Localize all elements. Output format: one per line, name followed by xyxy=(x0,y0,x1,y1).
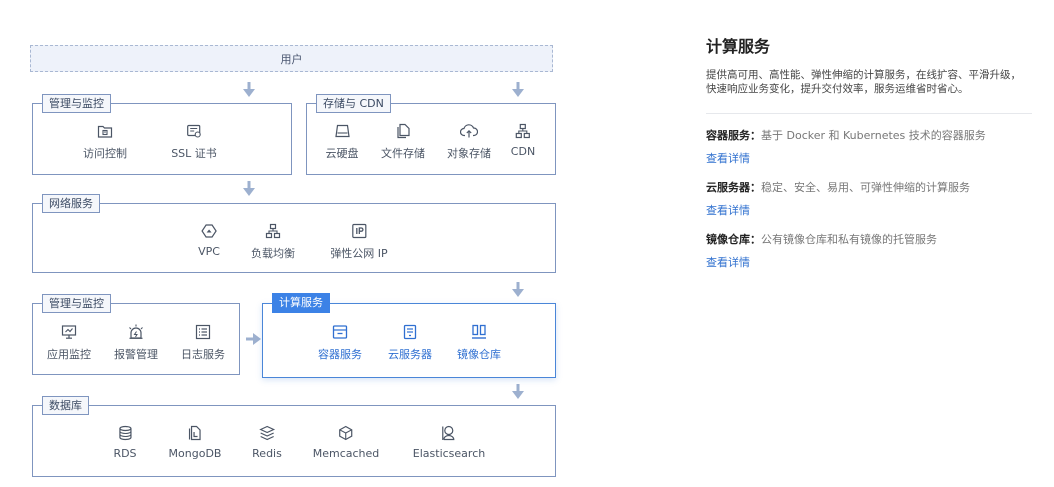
image-registry-icon xyxy=(472,324,486,339)
item-elasticsearch[interactable]: Elasticsearch xyxy=(413,425,485,460)
item-label: SSL 证书 xyxy=(171,147,217,160)
service-entry: 容器服务：基于 Docker 和 Kubernetes 技术的容器服务 xyxy=(706,128,1036,144)
arrow-down-icon xyxy=(512,82,524,97)
service-description: 基于 Docker 和 Kubernetes 技术的容器服务 xyxy=(761,129,986,142)
item-label: 对象存储 xyxy=(447,147,491,160)
item-label: 访问控制 xyxy=(83,147,127,160)
item-label: 镜像仓库 xyxy=(457,348,501,361)
item-label: 云硬盘 xyxy=(325,147,359,160)
view-details-link[interactable]: 查看详情 xyxy=(706,256,1036,270)
service-description: 稳定、安全、易用、可弹性伸缩的计算服务 xyxy=(761,181,970,194)
container-service-icon xyxy=(332,325,348,339)
item-access-control[interactable]: 访问控制 xyxy=(83,123,127,161)
service-description: 公有镜像仓库和私有镜像的托管服务 xyxy=(761,233,937,246)
service-name: 云服务器： xyxy=(706,181,761,194)
arrow-down-icon xyxy=(243,181,255,196)
group-management-monitoring-2: 管理与监控 应用监控 报警管理 日志服务 xyxy=(32,294,240,375)
arrow-down-icon xyxy=(243,82,255,97)
object-storage-icon xyxy=(460,124,478,138)
rds-icon xyxy=(118,425,132,441)
cdn-icon xyxy=(515,123,531,139)
cloud-disk-icon xyxy=(334,124,350,138)
item-alarm[interactable]: 报警管理 xyxy=(114,324,158,362)
alarm-icon xyxy=(129,324,143,339)
item-cdn[interactable]: CDN xyxy=(511,123,535,158)
item-memcached[interactable]: Memcached xyxy=(312,425,380,460)
group-management-monitoring: 管理与监控 访问控制 SSL 证书 xyxy=(32,94,292,175)
item-mongodb[interactable]: MongoDB xyxy=(168,425,222,460)
divider xyxy=(706,113,1032,114)
view-details-link[interactable]: 查看详情 xyxy=(706,152,1036,166)
load-balancer-icon xyxy=(265,223,281,239)
service-name: 镜像仓库： xyxy=(706,233,761,246)
user-label: 用户 xyxy=(280,52,303,66)
memcached-icon xyxy=(339,425,353,441)
item-container-service[interactable]: 容器服务 xyxy=(318,324,362,362)
item-app-monitor[interactable]: 应用监控 xyxy=(47,324,91,362)
group-label: 管理与监控 xyxy=(42,294,111,313)
elasticsearch-icon xyxy=(442,425,455,441)
file-storage-icon xyxy=(397,123,410,139)
item-label: MongoDB xyxy=(168,447,222,460)
item-label: 日志服务 xyxy=(181,348,225,361)
arrow-right-icon xyxy=(246,333,261,345)
panel-description: 提供高可用、高性能、弹性伸缩的计算服务，在线扩容、平滑升级，快速响应业务变化，提… xyxy=(706,69,1021,95)
item-ssl-certificate[interactable]: SSL 证书 xyxy=(171,123,217,161)
group-compute[interactable]: 计算服务 容器服务 云服务器 镜像仓库 xyxy=(262,293,556,378)
redis-icon xyxy=(259,425,275,441)
mongodb-icon xyxy=(189,425,202,441)
group-label: 存储与 CDN xyxy=(316,94,391,113)
item-load-balancer[interactable]: 负载均衡 xyxy=(251,223,295,261)
item-elastic-ip[interactable]: 弹性公网 IP xyxy=(330,223,388,261)
access-control-icon xyxy=(97,125,113,138)
item-cloud-server[interactable]: 云服务器 xyxy=(388,324,432,362)
log-service-icon xyxy=(195,324,211,340)
panel-title: 计算服务 xyxy=(706,37,771,56)
group-label: 计算服务 xyxy=(272,293,330,313)
item-label: 负载均衡 xyxy=(251,247,295,260)
item-label: 云服务器 xyxy=(388,348,432,361)
group-storage-cdn: 存储与 CDN 云硬盘 文件存储 对象存储 CDN xyxy=(306,94,556,175)
group-label: 网络服务 xyxy=(42,194,100,213)
group-label: 管理与监控 xyxy=(42,94,111,113)
item-label: Redis xyxy=(252,447,282,460)
item-redis[interactable]: Redis xyxy=(252,425,282,460)
item-label: 弹性公网 IP xyxy=(330,247,388,260)
item-label: 文件存储 xyxy=(381,147,425,160)
item-image-registry[interactable]: 镜像仓库 xyxy=(457,324,501,362)
item-label: VPC xyxy=(198,245,220,258)
app-monitor-icon xyxy=(61,325,77,339)
item-label: Elasticsearch xyxy=(412,447,486,460)
elastic-ip-icon xyxy=(351,223,367,239)
item-vpc[interactable]: VPC xyxy=(198,223,220,258)
user-layer: 用户 xyxy=(30,45,553,72)
ssl-certificate-icon xyxy=(186,124,201,138)
group-database: 数据库 RDS MongoDB Redis Memcached Elastics… xyxy=(32,396,556,477)
item-label: 应用监控 xyxy=(47,348,91,361)
item-label: Memcached xyxy=(312,447,380,460)
item-label: 报警管理 xyxy=(114,348,158,361)
service-name: 容器服务： xyxy=(706,129,761,142)
item-object-storage[interactable]: 对象存储 xyxy=(447,123,491,161)
service-entry: 云服务器：稳定、安全、易用、可弹性伸缩的计算服务 xyxy=(706,180,1036,196)
item-file-storage[interactable]: 文件存储 xyxy=(381,123,425,161)
service-entry: 镜像仓库：公有镜像仓库和私有镜像的托管服务 xyxy=(706,232,1036,248)
vpc-icon xyxy=(201,224,217,238)
arrow-down-icon xyxy=(512,282,524,297)
item-cloud-disk[interactable]: 云硬盘 xyxy=(326,123,359,161)
architecture-diagram: 用户 管理与监控 访问控制 SSL 证书 存储与 CDN 云硬盘 文件存储 对象 xyxy=(0,0,580,487)
item-rds[interactable]: RDS xyxy=(113,425,137,460)
item-label: CDN xyxy=(510,145,536,158)
detail-panel: 计算服务 提供高可用、高性能、弹性伸缩的计算服务，在线扩容、平滑升级，快速响应业… xyxy=(706,36,1036,270)
group-network: 网络服务 VPC 负载均衡 弹性公网 IP xyxy=(32,194,556,273)
arrow-down-icon xyxy=(512,384,524,399)
group-label: 数据库 xyxy=(42,396,89,415)
item-label: 容器服务 xyxy=(318,348,362,361)
view-details-link[interactable]: 查看详情 xyxy=(706,204,1036,218)
item-log-service[interactable]: 日志服务 xyxy=(181,324,225,362)
item-label: RDS xyxy=(113,447,137,460)
cloud-server-icon xyxy=(403,324,417,340)
